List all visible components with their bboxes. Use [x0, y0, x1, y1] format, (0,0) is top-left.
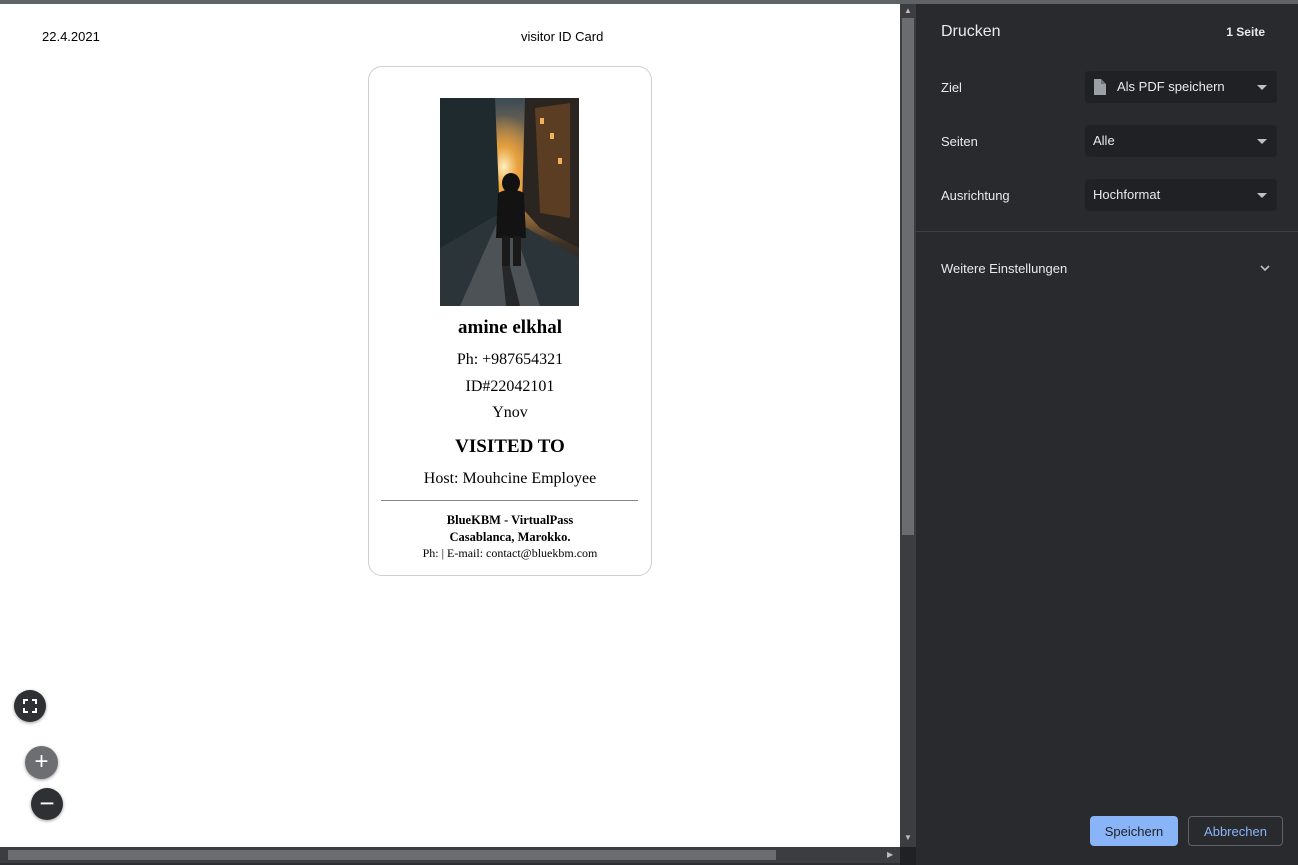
page-header-title: visitor ID Card	[521, 29, 604, 44]
page-header-date: 22.4.2021	[42, 29, 100, 44]
print-preview: 22.4.2021 visitor ID Card amine elkhal P…	[0, 4, 900, 847]
card-divider	[381, 500, 638, 501]
orientation-select[interactable]: Hochformat	[1085, 179, 1277, 211]
save-button[interactable]: Speichern	[1090, 816, 1178, 846]
destination-value: Als PDF speichern	[1117, 79, 1225, 94]
fullscreen-icon	[23, 699, 37, 713]
vertical-scroll-thumb[interactable]	[902, 18, 914, 535]
pages-label: Seiten	[941, 134, 978, 149]
chevron-down-icon	[1257, 139, 1267, 144]
print-settings-panel: Drucken 1 Seite Ziel Als PDF speichern S…	[916, 4, 1298, 865]
pages-value: Alle	[1093, 133, 1115, 148]
company-contact: Ph: | E-mail: contact@bluekbm.com	[422, 546, 598, 560]
visitor-name: amine elkhal	[458, 317, 562, 338]
more-settings-toggle[interactable]: Weitere Einstellungen	[941, 261, 1067, 276]
destination-select[interactable]: Als PDF speichern	[1085, 71, 1277, 103]
host-name: Host: Mouhcine Employee	[423, 470, 597, 487]
page-count: 1 Seite	[1226, 25, 1265, 39]
cancel-button[interactable]: Abbrechen	[1188, 816, 1283, 846]
scroll-up-arrow[interactable]: ▲	[904, 7, 912, 15]
fit-to-page-button[interactable]	[14, 690, 46, 722]
visitor-organization: Ynov	[492, 404, 528, 421]
scroll-down-arrow[interactable]: ▼	[904, 834, 912, 842]
visited-heading: VISITED TO	[455, 436, 565, 457]
zoom-out-button[interactable]: −	[31, 788, 63, 820]
company-city: Casablanca, Marokko.	[449, 530, 571, 544]
scroll-right-arrow[interactable]: ▶	[887, 851, 893, 859]
orientation-label: Ausrichtung	[941, 188, 1010, 203]
panel-divider	[916, 231, 1298, 232]
chevron-down-icon[interactable]	[1259, 262, 1271, 274]
destination-label: Ziel	[941, 80, 962, 95]
panel-title: Drucken	[941, 23, 1001, 40]
chevron-down-icon	[1257, 85, 1267, 90]
visitor-id-card: amine elkhal Ph: +987654321 ID#22042101 …	[368, 66, 652, 576]
horizontal-scroll-thumb[interactable]	[8, 850, 776, 860]
chevron-down-icon	[1257, 193, 1267, 198]
visitor-phone: Ph: +987654321	[456, 351, 564, 368]
visitor-id: ID#22042101	[465, 378, 555, 395]
document-icon	[1094, 79, 1106, 95]
scroll-corner	[900, 847, 916, 865]
vertical-scrollbar[interactable]: ▲ ▼	[900, 4, 916, 847]
pages-select[interactable]: Alle	[1085, 125, 1277, 157]
orientation-value: Hochformat	[1093, 187, 1161, 202]
visitor-photo	[440, 98, 579, 306]
company-name: BlueKBM - VirtualPass	[446, 513, 574, 527]
horizontal-scrollbar[interactable]: ▶	[0, 847, 900, 863]
zoom-in-button[interactable]: +	[25, 746, 58, 779]
